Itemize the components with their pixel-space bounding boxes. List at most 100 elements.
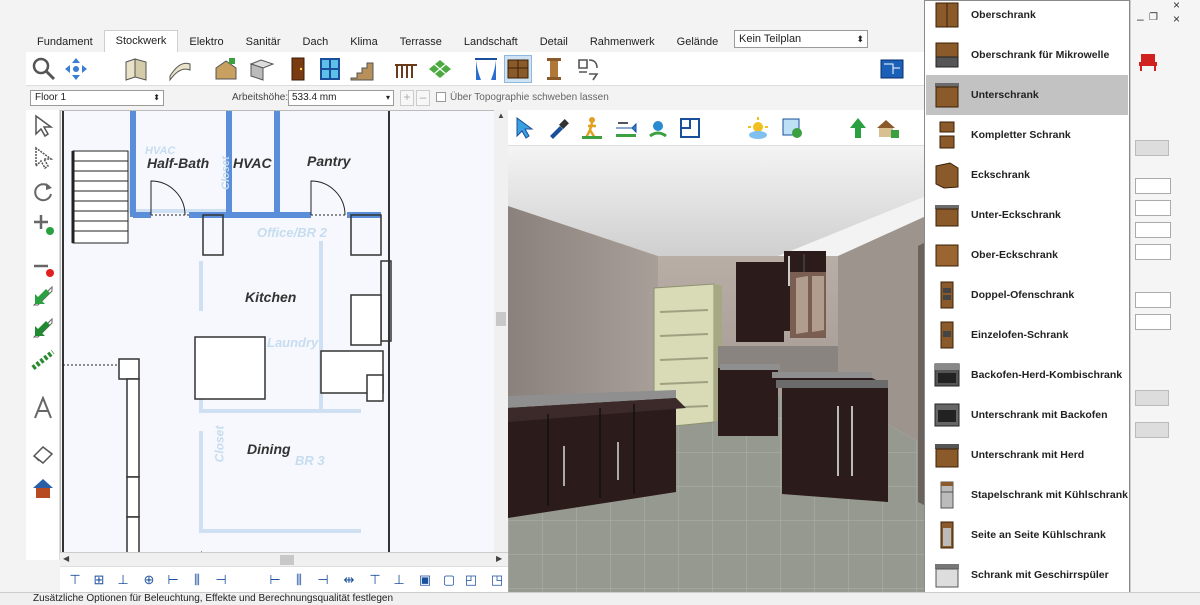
floor-material-icon[interactable] bbox=[426, 55, 454, 83]
cabinet-icon[interactable] bbox=[504, 55, 532, 83]
space-left-icon[interactable]: ⊢ bbox=[266, 571, 284, 589]
catalog-item-einzelofen-schrank[interactable]: Einzelofen-Schrank bbox=[926, 315, 1128, 355]
tab-fundament[interactable]: Fundament bbox=[26, 32, 104, 52]
tab-stockwerk[interactable]: Stockwerk bbox=[103, 30, 179, 52]
multi-select-icon[interactable] bbox=[29, 144, 57, 172]
match-size-icon[interactable]: ▣ bbox=[416, 571, 434, 589]
text-tool-icon[interactable] bbox=[29, 394, 57, 422]
terrain-arrow-icon[interactable] bbox=[844, 114, 872, 142]
panel-field[interactable] bbox=[1135, 244, 1171, 260]
space-bottom-icon[interactable]: ⊥ bbox=[390, 571, 408, 589]
tab-gelaende[interactable]: Gelände bbox=[666, 32, 730, 52]
floorplan-3d-icon[interactable] bbox=[676, 114, 704, 142]
center-icon[interactable]: ⊕ bbox=[140, 571, 158, 589]
curtain-icon[interactable] bbox=[472, 55, 500, 83]
tab-detail[interactable]: Detail bbox=[529, 32, 579, 52]
plan-horizontal-thumb[interactable] bbox=[280, 555, 294, 565]
plan-horizontal-scrollbar[interactable]: ◀ ▶ bbox=[60, 552, 508, 566]
symbol-library-icon[interactable] bbox=[574, 55, 602, 83]
group-icon[interactable]: ◰ bbox=[462, 571, 480, 589]
add-point-icon[interactable] bbox=[29, 210, 57, 238]
rotate-icon[interactable] bbox=[29, 178, 57, 206]
floor-select[interactable]: Floor 1 ⬍ bbox=[30, 90, 164, 106]
home-icon[interactable] bbox=[29, 474, 57, 502]
space-right-icon[interactable]: ⊣ bbox=[314, 571, 332, 589]
restore-icon[interactable]: ❐ bbox=[1149, 12, 1158, 23]
minimize-icon[interactable]: – bbox=[1137, 12, 1144, 26]
tab-elektro[interactable]: Elektro bbox=[178, 32, 234, 52]
topography-checkbox[interactable] bbox=[436, 92, 446, 102]
catalog-item-schrank-geschirrspueler[interactable]: Schrank mit Geschirrspüler bbox=[926, 555, 1128, 595]
fly-through-icon[interactable] bbox=[612, 114, 640, 142]
house-3d-icon[interactable] bbox=[874, 114, 902, 142]
align-top-icon[interactable]: ⊤ bbox=[66, 571, 84, 589]
space-width-icon[interactable]: ⇹ bbox=[340, 571, 358, 589]
eraser-icon[interactable] bbox=[29, 440, 57, 468]
ungroup-icon[interactable]: ◳ bbox=[488, 571, 506, 589]
catalog-item-eckschrank[interactable]: Eckschrank bbox=[926, 155, 1128, 195]
subplan-select[interactable]: Kein Teilplan ⬍ bbox=[734, 30, 868, 48]
align-bottom-icon[interactable]: ⊥ bbox=[114, 571, 132, 589]
panel-field[interactable] bbox=[1135, 292, 1171, 308]
close-icon[interactable]: × bbox=[1173, 0, 1180, 12]
catalog-item-stapelschrank-kuehlschrank[interactable]: Stapelschrank mit Kühlschrank bbox=[926, 475, 1128, 515]
close-icon[interactable]: × bbox=[1173, 12, 1180, 26]
scroll-up-icon[interactable]: ▲ bbox=[497, 111, 505, 120]
scroll-left-icon[interactable]: ◀ bbox=[63, 554, 69, 563]
catalog-item-unterschrank-herd[interactable]: Unterschrank mit Herd bbox=[926, 435, 1128, 475]
catalog-item-doppel-ofenschrank[interactable]: Doppel-Ofenschrank bbox=[926, 275, 1128, 315]
catalog-item-unterschrank-backofen[interactable]: Unterschrank mit Backofen bbox=[926, 395, 1128, 435]
catalog-item-oberschrank[interactable]: Oberschrank bbox=[926, 1, 1128, 35]
stairs-icon[interactable] bbox=[348, 55, 376, 83]
select-3d-icon[interactable] bbox=[510, 114, 538, 142]
chair-icon[interactable] bbox=[1137, 52, 1159, 75]
align-middle-icon[interactable]: ⊞ bbox=[90, 571, 108, 589]
panel-field[interactable] bbox=[1135, 314, 1171, 330]
select-arrow-icon[interactable] bbox=[29, 112, 57, 140]
eyedropper-icon[interactable] bbox=[544, 114, 572, 142]
window-icon[interactable] bbox=[316, 55, 344, 83]
match-frame-icon[interactable]: ▢ bbox=[440, 571, 458, 589]
view3d-render[interactable] bbox=[508, 146, 926, 592]
decrement-button[interactable]: – bbox=[416, 90, 430, 106]
distribute-icon[interactable]: ⫼ bbox=[188, 571, 206, 589]
working-height-input[interactable]: 533.4 mm ▾ bbox=[288, 90, 394, 106]
column-icon[interactable] bbox=[540, 55, 568, 83]
catalog-item-oberschrank-mikrowelle[interactable]: Oberschrank für Mikrowelle bbox=[926, 35, 1128, 75]
remove-point-icon[interactable] bbox=[29, 254, 57, 282]
zoom-icon[interactable] bbox=[30, 55, 58, 83]
tab-terrasse[interactable]: Terrasse bbox=[389, 32, 453, 52]
blueprint-view-icon[interactable] bbox=[878, 55, 906, 83]
space-center-icon[interactable]: ⫼ bbox=[290, 571, 308, 589]
panel-field[interactable] bbox=[1135, 140, 1169, 156]
panel-field[interactable] bbox=[1135, 222, 1171, 238]
railing-icon[interactable] bbox=[392, 55, 420, 83]
plan-vertical-scrollbar[interactable]: ▲ bbox=[494, 110, 508, 552]
move-green-icon[interactable] bbox=[29, 282, 57, 310]
tab-rahmenwerk[interactable]: Rahmenwerk bbox=[579, 32, 666, 52]
panel-field[interactable] bbox=[1135, 178, 1171, 194]
catalog-item-backofen-herd-kombischrank[interactable]: Backofen-Herd-Kombischrank bbox=[926, 355, 1128, 395]
render-settings-icon[interactable] bbox=[778, 114, 806, 142]
catalog-item-unter-eckschrank[interactable]: Unter-Eckschrank bbox=[926, 195, 1128, 235]
tab-sanitaer[interactable]: Sanitär bbox=[235, 32, 292, 52]
panel-field[interactable] bbox=[1135, 422, 1169, 438]
align-right-icon[interactable]: ⊣ bbox=[212, 571, 230, 589]
orbit-icon[interactable] bbox=[644, 114, 672, 142]
catalog-item-kompletter-schrank[interactable]: Kompletter Schrank bbox=[926, 115, 1128, 155]
wall-tool-icon[interactable] bbox=[122, 55, 150, 83]
landscape-edge-icon[interactable] bbox=[29, 346, 57, 374]
resize-green-icon[interactable] bbox=[29, 314, 57, 342]
walk-through-icon[interactable] bbox=[578, 114, 606, 142]
door-icon[interactable] bbox=[284, 55, 312, 83]
catalog-item-ober-eckschrank[interactable]: Ober-Eckschrank bbox=[926, 235, 1128, 275]
floor-plan-view[interactable]: HVAC Closet Office/BR 2 Laundry Closet B… bbox=[60, 110, 508, 566]
pan-icon[interactable] bbox=[62, 55, 90, 83]
lighting-icon[interactable] bbox=[744, 114, 772, 142]
catalog-item-unterschrank[interactable]: Unterschrank bbox=[926, 75, 1128, 115]
align-left-icon[interactable]: ⊢ bbox=[164, 571, 182, 589]
curved-wall-icon[interactable] bbox=[166, 55, 194, 83]
increment-button[interactable]: + bbox=[400, 90, 414, 106]
tab-dach[interactable]: Dach bbox=[292, 32, 340, 52]
catalog-item-seite-an-seite-kuehlschrank[interactable]: Seite an Seite Kühlschrank bbox=[926, 515, 1128, 555]
